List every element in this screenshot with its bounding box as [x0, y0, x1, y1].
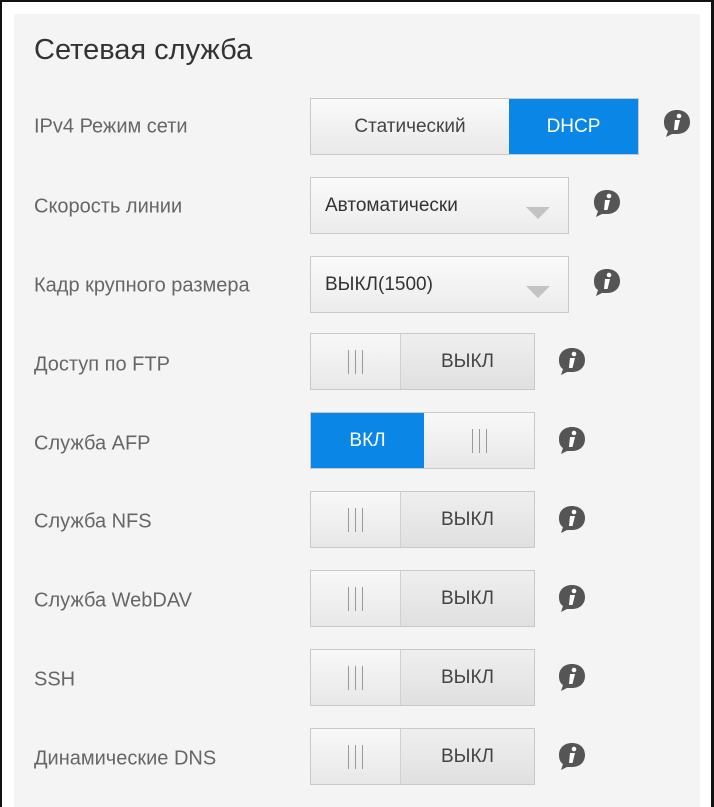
toggle-state: ВЫКЛ: [401, 492, 534, 547]
toggle-grip[interactable]: [311, 334, 401, 389]
line-speed-dropdown[interactable]: Автоматически: [310, 177, 569, 234]
ipv4-mode-label: IPv4 Режим сети: [34, 115, 188, 138]
info-icon[interactable]: [557, 662, 587, 692]
afp-toggle[interactable]: ВКЛ: [310, 412, 535, 469]
info-icon[interactable]: [592, 267, 622, 297]
ddns-toggle[interactable]: ВЫКЛ: [310, 728, 535, 785]
ssh-label: SSH: [34, 668, 76, 691]
chevron-down-icon: [526, 207, 550, 219]
webdav-service-label: Служба WebDAV: [34, 589, 193, 612]
jumbo-frame-label: Кадр крупного размера: [34, 274, 250, 297]
info-icon[interactable]: [557, 583, 587, 613]
toggle-grip[interactable]: [311, 571, 401, 626]
nfs-service-label: Служба NFS: [34, 510, 152, 533]
toggle-state: ВЫКЛ: [401, 571, 534, 626]
info-icon[interactable]: [557, 425, 587, 455]
info-icon[interactable]: [557, 346, 587, 376]
toggle-state: ВКЛ: [311, 413, 424, 468]
chevron-down-icon: [526, 286, 550, 298]
toggle-state: ВЫКЛ: [401, 729, 534, 784]
ddns-label: Динамические DNS: [34, 747, 217, 770]
ssh-toggle[interactable]: ВЫКЛ: [310, 649, 535, 706]
ipv4-dhcp-option[interactable]: DHCP: [509, 99, 638, 154]
webdav-toggle[interactable]: ВЫКЛ: [310, 570, 535, 627]
toggle-grip[interactable]: [311, 650, 401, 705]
line-speed-label: Скорость линии: [34, 195, 183, 218]
line-speed-value: Автоматически: [325, 194, 458, 216]
toggle-state: ВЫКЛ: [401, 650, 534, 705]
ftp-access-label: Доступ по FTP: [34, 353, 170, 376]
page-title: Сетевая служба: [34, 34, 253, 66]
info-icon[interactable]: [662, 108, 692, 138]
afp-service-label: Служба AFP: [34, 432, 151, 455]
toggle-grip[interactable]: [311, 729, 401, 784]
nfs-toggle[interactable]: ВЫКЛ: [310, 491, 535, 548]
toggle-grip[interactable]: [424, 413, 534, 468]
toggle-grip[interactable]: [311, 492, 401, 547]
jumbo-frame-value: ВЫКЛ(1500): [325, 273, 433, 295]
ftp-toggle[interactable]: ВЫКЛ: [310, 333, 535, 390]
ipv4-static-option[interactable]: Статический: [311, 99, 509, 154]
ipv4-mode-segmented-control[interactable]: Статический DHCP: [310, 98, 639, 155]
info-icon[interactable]: [557, 504, 587, 534]
info-icon[interactable]: [592, 188, 622, 218]
info-icon[interactable]: [557, 741, 587, 771]
jumbo-frame-dropdown[interactable]: ВЫКЛ(1500): [310, 256, 569, 313]
toggle-state: ВЫКЛ: [401, 334, 534, 389]
